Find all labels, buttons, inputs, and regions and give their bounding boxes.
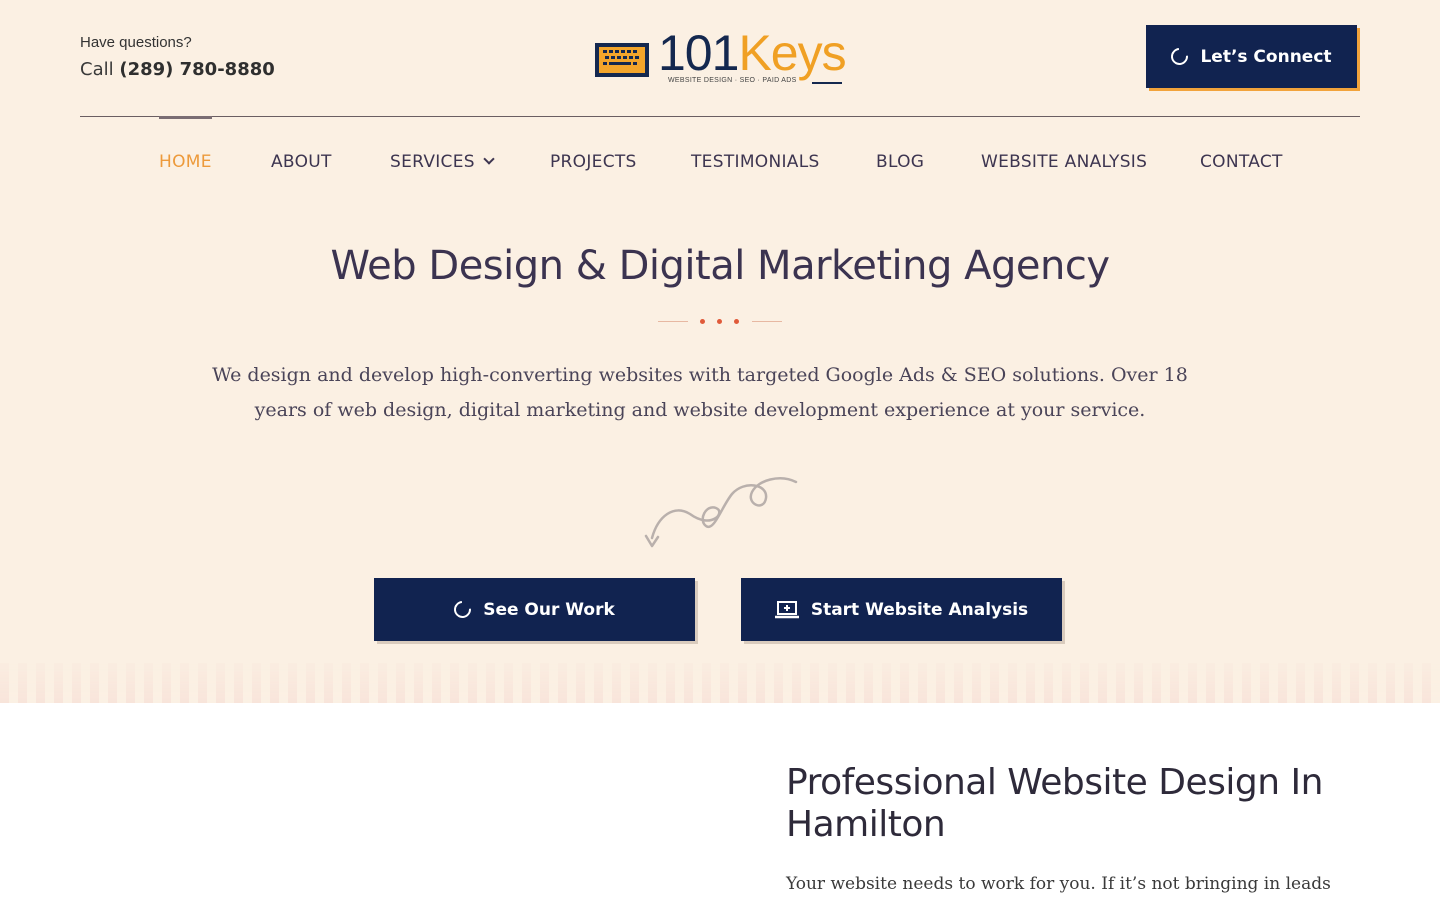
nav-item-services-label: SERVICES <box>390 152 475 172</box>
section-title: Professional Website Design In Hamilton <box>786 762 1323 845</box>
phone-number[interactable]: (289) 780-8880 <box>119 59 274 80</box>
nav-active-indicator <box>159 116 212 119</box>
hero-title: Web Design & Digital Marketing Agency <box>330 243 1110 289</box>
see-our-work-button[interactable]: See Our Work <box>374 578 695 641</box>
start-website-analysis-button[interactable]: Start Website Analysis <box>741 578 1062 641</box>
keyboard-icon <box>595 43 649 77</box>
nav-item-blog[interactable]: BLOG <box>876 152 924 172</box>
nav-item-about[interactable]: ABOUT <box>271 152 332 172</box>
start-website-analysis-label: Start Website Analysis <box>810 599 1029 620</box>
nav-item-testimonials[interactable]: TESTIMONIALS <box>691 152 820 172</box>
laptop-plus-icon <box>774 600 799 618</box>
header-divider <box>80 116 1360 117</box>
lets-connect-label: Let’s Connect <box>1200 46 1332 67</box>
nav-item-services[interactable]: SERVICES <box>390 152 495 172</box>
title-separator <box>658 317 784 327</box>
chevron-down-icon <box>483 153 495 165</box>
logo-underline <box>812 82 842 84</box>
hero-bottom-stripes <box>0 663 1440 703</box>
contact-question: Have questions? <box>80 34 192 51</box>
hero-section <box>0 0 1440 703</box>
hero-description: We design and develop high-converting we… <box>212 364 1188 421</box>
nav-item-projects[interactable]: PROJECTS <box>550 152 637 172</box>
logo-tagline: WEBSITE DESIGN · SEO · PAID ADS <box>668 77 797 84</box>
nav-item-home[interactable]: HOME <box>159 152 212 172</box>
see-our-work-label: See Our Work <box>483 599 615 620</box>
header-contact: Have questions? Call (289) 780-8880 <box>80 34 275 80</box>
swirl-arrow-icon <box>644 477 798 548</box>
lets-connect-button[interactable]: Let’s Connect <box>1146 25 1357 88</box>
ring-icon <box>1167 44 1192 69</box>
logo-wordmark: 101Keys <box>658 25 847 81</box>
site-logo[interactable]: 101Keys WEBSITE DESIGN · SEO · PAID ADS <box>594 26 847 88</box>
nav-item-website-analysis[interactable]: WEBSITE ANALYSIS <box>981 152 1147 172</box>
section-text: Your website needs to work for you. If i… <box>786 874 1331 900</box>
contact-call[interactable]: Call (289) 780-8880 <box>80 59 275 80</box>
ring-icon <box>450 597 475 622</box>
nav-item-contact[interactable]: CONTACT <box>1200 152 1283 172</box>
main-nav: HOME ABOUT SERVICES PROJECTS TESTIMONIAL… <box>0 152 1440 176</box>
call-prefix: Call <box>80 59 114 80</box>
